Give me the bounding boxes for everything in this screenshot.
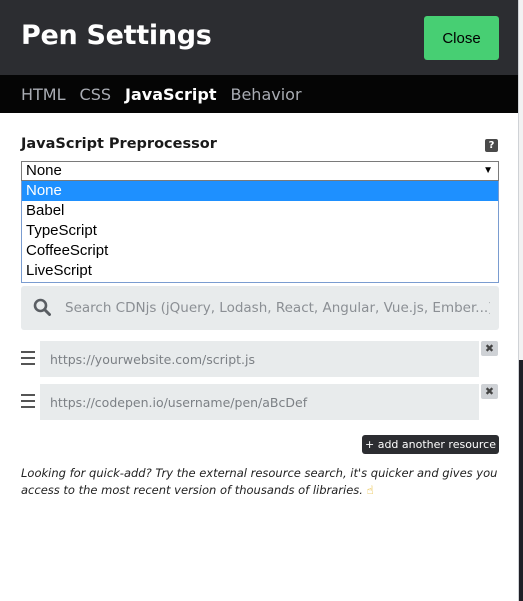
tab-behavior[interactable]: Behavior — [230, 85, 301, 104]
tab-javascript[interactable]: JavaScript — [125, 85, 216, 104]
resource-url-input[interactable] — [40, 384, 479, 420]
option-none[interactable]: None — [22, 181, 498, 201]
option-coffeescript[interactable]: CoffeeScript — [22, 241, 498, 261]
cdnjs-search-input[interactable] — [65, 286, 490, 330]
resource-url-input[interactable] — [40, 341, 479, 377]
remove-resource-button[interactable]: ✖ — [481, 341, 498, 356]
preprocessor-label: JavaScript Preprocessor — [21, 136, 217, 152]
drag-handle-icon[interactable] — [21, 351, 35, 365]
search-icon — [33, 298, 51, 316]
dropdown-arrow-icon: ▼ — [483, 165, 493, 176]
preprocessor-select[interactable]: None ▼ — [21, 161, 499, 181]
help-icon[interactable]: ? — [485, 139, 498, 152]
help-text-body: Looking for quick-add? Try the external … — [21, 466, 498, 497]
resource-row: ✖ — [0, 384, 518, 420]
preprocessor-dropdown-list: None Babel TypeScript CoffeeScript LiveS… — [21, 181, 499, 283]
cdnjs-search-box — [21, 286, 499, 330]
tab-css[interactable]: CSS — [80, 85, 111, 104]
tab-html[interactable]: HTML — [21, 85, 66, 104]
quick-add-help-text: Looking for quick-add? Try the external … — [21, 465, 501, 498]
modal-title: Pen Settings — [21, 20, 212, 51]
add-resource-button[interactable]: + add another resource — [362, 435, 499, 454]
preprocessor-selected-value: None — [26, 162, 62, 179]
option-livescript[interactable]: LiveScript — [22, 261, 498, 281]
pointing-hand-icon: ☝ — [366, 482, 374, 497]
drag-handle-icon[interactable] — [21, 394, 35, 408]
option-babel[interactable]: Babel — [22, 201, 498, 221]
resource-row: ✖ — [0, 341, 518, 377]
editor-edge — [519, 360, 523, 601]
pen-settings-modal: Pen Settings Close HTML CSS JavaScript B… — [0, 0, 519, 601]
modal-header: Pen Settings Close — [0, 0, 518, 75]
remove-resource-button[interactable]: ✖ — [481, 384, 498, 399]
settings-tabs: HTML CSS JavaScript Behavior — [0, 75, 518, 113]
option-typescript[interactable]: TypeScript — [22, 221, 498, 241]
close-button[interactable]: Close — [424, 16, 499, 60]
